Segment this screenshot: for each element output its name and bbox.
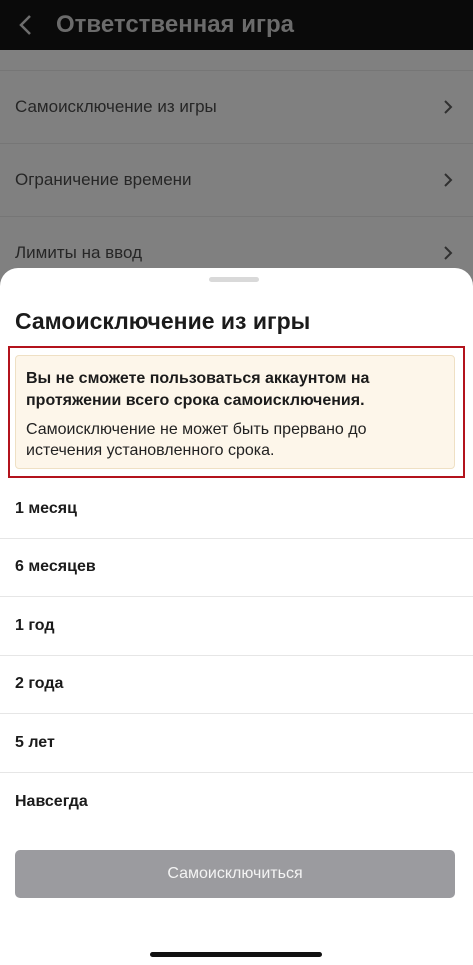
option-5-years[interactable]: 5 лет — [0, 714, 473, 773]
warning-text: Самоисключение не может быть прервано до… — [26, 421, 367, 459]
warning-box: Вы не сможете пользоваться аккаунтом на … — [15, 355, 455, 469]
page-title: Ответственная игра — [56, 11, 294, 38]
option-1-year[interactable]: 1 год — [0, 597, 473, 656]
sheet-grabber[interactable] — [209, 277, 259, 282]
duration-options: 1 месяц 6 месяцев 1 год 2 года 5 лет Нав… — [0, 480, 473, 831]
responsible-gaming-menu: Самоисключение из игры Ограничение време… — [0, 50, 473, 289]
menu-item-label: Лимиты на ввод — [15, 243, 143, 262]
option-6-months[interactable]: 6 месяцев — [0, 539, 473, 597]
warning-bold-text: Вы не сможете пользоваться аккаунтом на … — [26, 370, 370, 409]
sheet-title: Самоисключение из игры — [15, 308, 311, 334]
option-1-month[interactable]: 1 месяц — [0, 480, 473, 539]
home-indicator — [150, 952, 322, 957]
menu-item-label: Ограничение времени — [15, 170, 192, 189]
menu-item-time-limit[interactable]: Ограничение времени — [0, 143, 473, 216]
option-2-years[interactable]: 2 года — [0, 656, 473, 714]
chevron-right-icon — [443, 172, 453, 188]
self-exclusion-sheet: Самоисключение из игры Вы не сможете пол… — [0, 268, 473, 965]
option-forever[interactable]: Навсегда — [0, 773, 473, 832]
app-header: Ответственная игра — [0, 0, 473, 50]
menu-item-label: Самоисключение из игры — [15, 97, 217, 116]
chevron-right-icon — [443, 245, 453, 261]
back-button[interactable] — [0, 0, 50, 50]
self-exclude-button[interactable]: Самоисключиться — [15, 850, 455, 898]
chevron-right-icon — [443, 99, 453, 115]
chevron-left-icon — [19, 15, 31, 35]
menu-item-self-exclusion[interactable]: Самоисключение из игры — [0, 70, 473, 143]
